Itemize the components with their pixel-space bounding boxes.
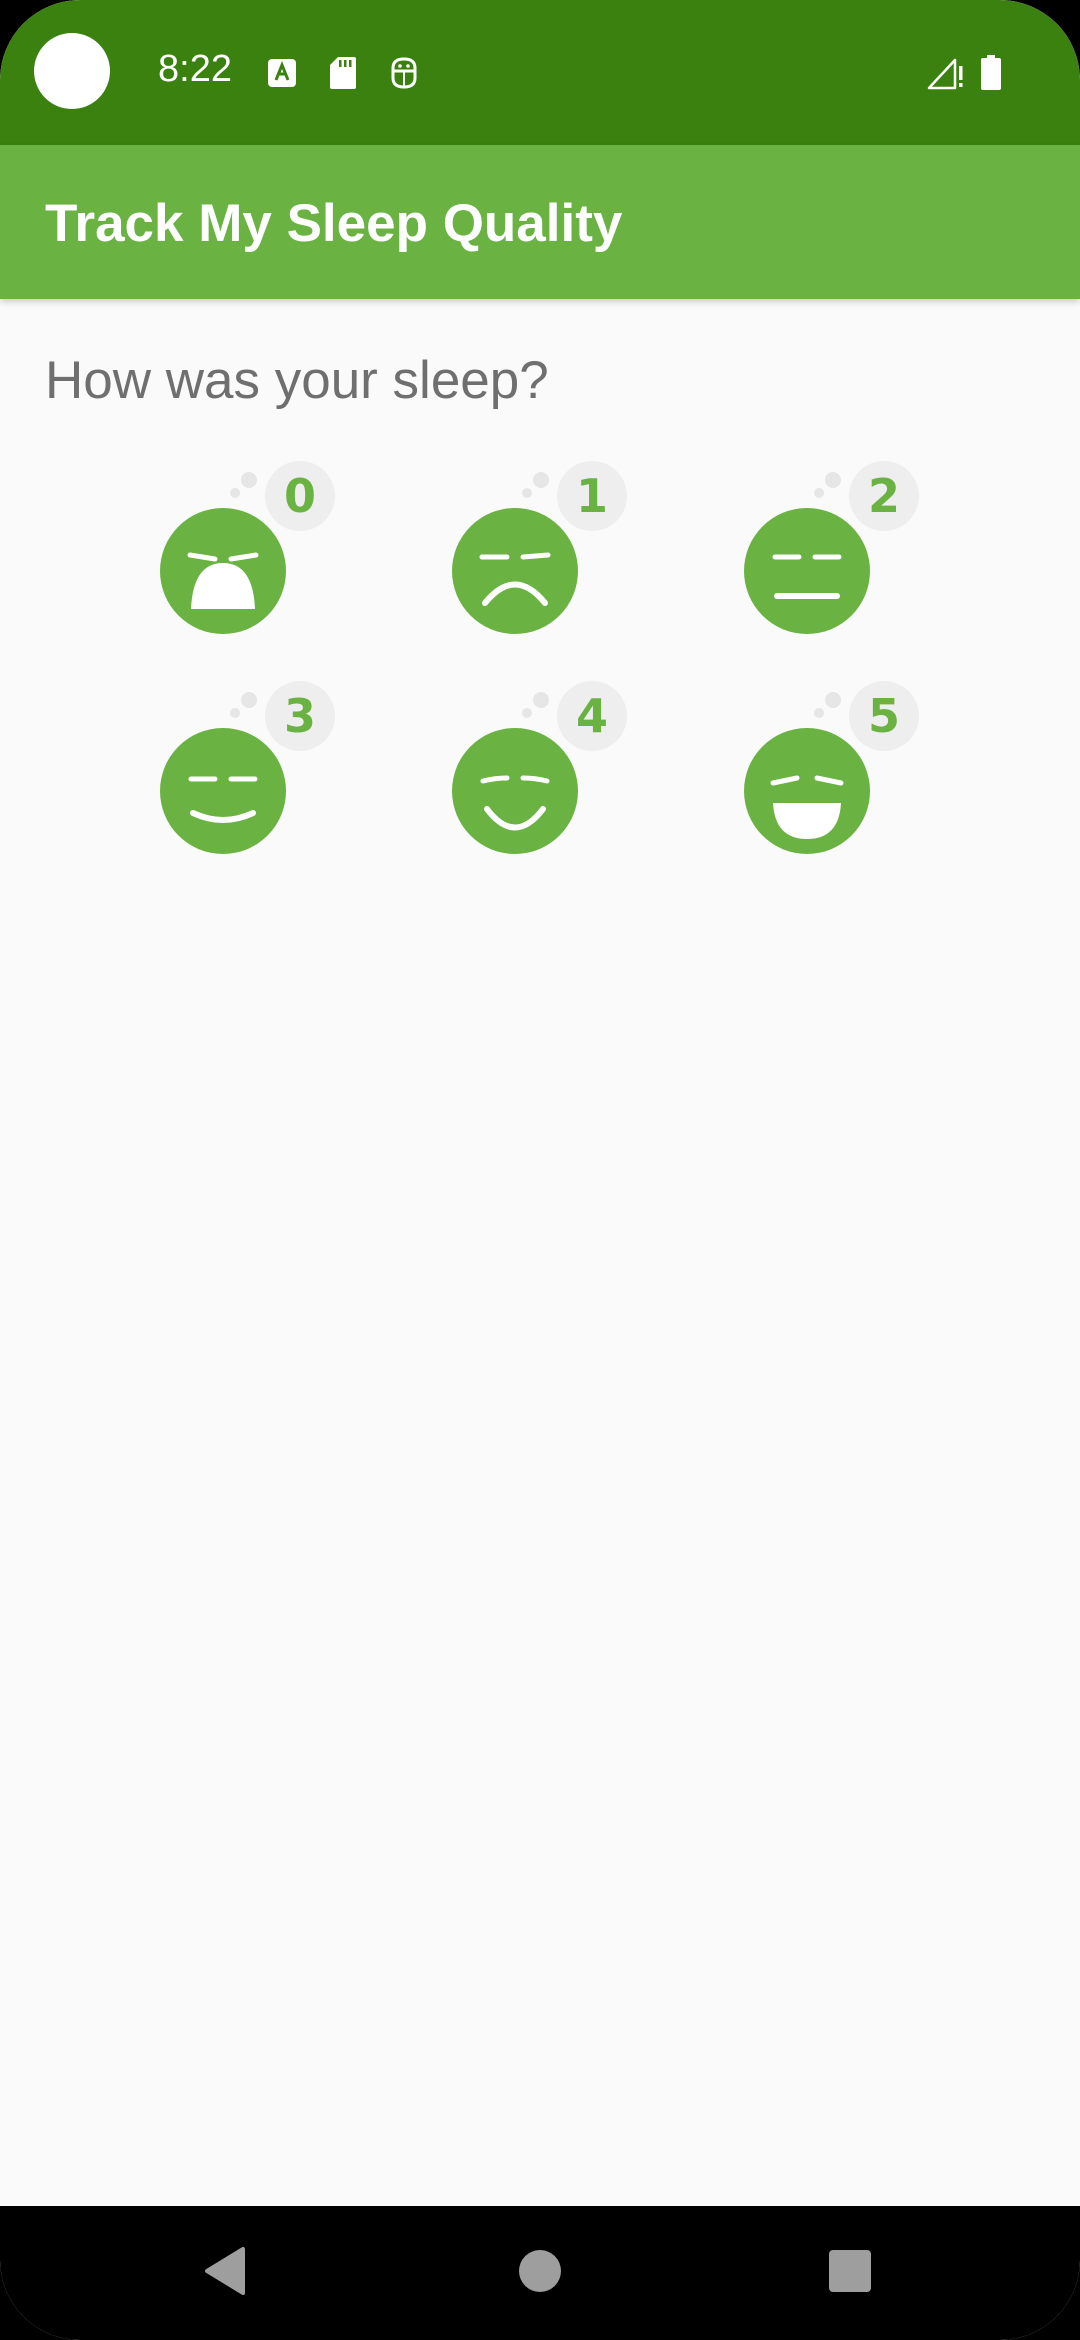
camera-cutout (34, 33, 110, 109)
navigation-bar (0, 2206, 1080, 2340)
very-sad-face-icon: 0 (160, 461, 335, 634)
slight-smile-face-icon: 3 (160, 681, 335, 854)
rating-number: 1 (576, 469, 608, 523)
quality-option-5[interactable]: 5 (734, 681, 934, 888)
signal-icon (926, 54, 966, 92)
quality-option-0[interactable]: 0 (150, 461, 350, 668)
sleep-question: How was your sleep? (45, 351, 549, 410)
rating-number: 4 (576, 689, 608, 743)
recents-button[interactable] (815, 2236, 885, 2306)
status-time: 8:22 (158, 48, 232, 90)
quality-option-1[interactable]: 1 (442, 461, 642, 668)
recents-icon (829, 2250, 871, 2292)
back-icon (205, 2247, 245, 2295)
sd-card-icon (326, 54, 360, 92)
app-bar: Track My Sleep Quality (0, 145, 1080, 299)
quality-option-3[interactable]: 3 (150, 681, 350, 888)
home-button[interactable] (505, 2236, 575, 2306)
font-notification-icon (265, 54, 299, 92)
home-icon (519, 2250, 561, 2292)
back-button[interactable] (190, 2236, 260, 2306)
battery-icon (978, 54, 1004, 92)
phone-screen: 8:22 Track My Sleep Quality How was your… (0, 0, 1080, 2340)
rating-number: 0 (284, 469, 316, 523)
rating-number: 2 (868, 469, 900, 523)
status-bar: 8:22 (0, 0, 1080, 145)
big-smile-face-icon: 5 (744, 681, 919, 854)
rating-number: 5 (868, 689, 900, 743)
app-title: Track My Sleep Quality (45, 194, 623, 253)
quality-option-4[interactable]: 4 (442, 681, 642, 888)
sad-face-icon: 1 (452, 461, 627, 634)
rating-number: 3 (284, 689, 316, 743)
android-debug-icon (387, 54, 421, 92)
smile-face-icon: 4 (452, 681, 627, 854)
quality-option-2[interactable]: 2 (734, 461, 934, 668)
neutral-face-icon: 2 (744, 461, 919, 634)
